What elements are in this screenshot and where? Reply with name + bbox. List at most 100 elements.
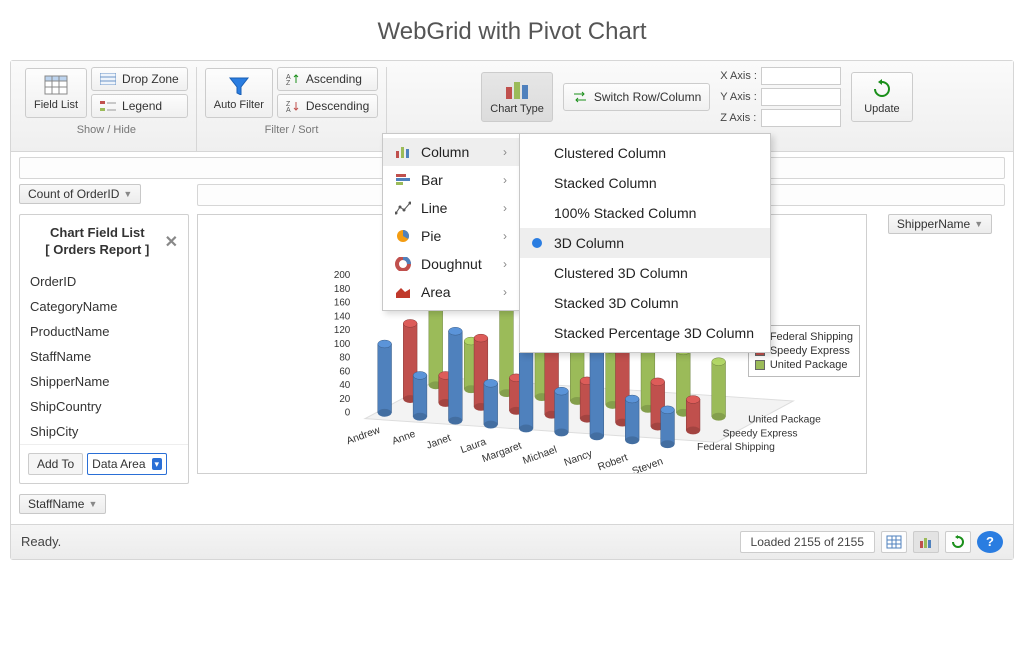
column-axis-chip[interactable]: ShipperName ▼ — [888, 214, 992, 234]
descending-button[interactable]: ZA Descending — [277, 94, 378, 118]
legend-button[interactable]: Legend — [91, 94, 188, 118]
svg-text:United Package: United Package — [748, 415, 821, 426]
auto-filter-button[interactable]: Auto Filter — [205, 68, 273, 118]
svg-text:140: 140 — [334, 311, 351, 322]
column-chip-label: ShipperName — [897, 217, 970, 231]
sort-desc-icon: ZA — [286, 100, 300, 112]
refresh-button[interactable] — [945, 531, 971, 553]
help-button[interactable]: ? — [977, 531, 1003, 553]
sort-asc-icon: AZ — [286, 73, 300, 85]
grid-view-button[interactable] — [881, 531, 907, 553]
ascending-button[interactable]: AZ Ascending — [277, 67, 378, 91]
legend-row: United Package — [755, 358, 853, 372]
yaxis-input[interactable] — [761, 88, 841, 106]
bar-chart-icon — [918, 535, 934, 549]
svg-text:Janet: Janet — [425, 433, 453, 452]
field-item[interactable]: ShipperName — [20, 369, 188, 394]
field-list-items: OrderIDCategoryNameProductNameStaffNameS… — [20, 269, 188, 444]
data-chip-label: Count of OrderID — [28, 187, 119, 201]
yaxis-label: Y Axis : — [720, 91, 757, 103]
funnel-icon — [227, 75, 251, 95]
field-item[interactable]: StaffName — [20, 344, 188, 369]
descending-label: Descending — [306, 99, 369, 113]
switch-row-column-button[interactable]: Switch Row/Column — [563, 83, 710, 111]
data-area-chip[interactable]: Count of OrderID ▼ — [19, 184, 141, 204]
chart-subtype-menu-item[interactable]: Clustered 3D Column — [520, 258, 770, 288]
svg-text:20: 20 — [339, 394, 350, 405]
drop-zone-icon — [100, 73, 116, 85]
chart-type-menu[interactable]: Column›Bar›Line›Pie›Doughnut›Area› — [382, 133, 520, 311]
chart-view-button[interactable] — [913, 531, 939, 553]
chart-type-menu-item[interactable]: Column› — [383, 138, 519, 166]
field-item[interactable]: ShipCity — [20, 419, 188, 444]
chart-type-menu-item[interactable]: Doughnut› — [383, 250, 519, 278]
drop-zone-label: Drop Zone — [122, 72, 179, 86]
field-list-button[interactable]: Field List — [25, 68, 87, 118]
svg-text:Z: Z — [286, 80, 291, 85]
row-axis-chip[interactable]: StaffName ▼ — [19, 494, 106, 514]
ascending-label: Ascending — [306, 72, 362, 86]
chevron-down-icon: ▼ — [88, 499, 97, 509]
field-item[interactable]: OrderID — [20, 269, 188, 294]
status-bar: Ready. Loaded 2155 of 2155 ? — [11, 524, 1013, 559]
add-to-button[interactable]: Add To — [28, 453, 83, 475]
chart-type-icon — [504, 79, 530, 99]
field-list-title: Chart Field List — [30, 225, 165, 242]
chevron-down-icon: ▼ — [974, 219, 983, 229]
close-icon[interactable]: ✕ — [165, 232, 178, 252]
svg-text:Robert: Robert — [596, 452, 629, 473]
svg-text:Margaret: Margaret — [481, 441, 524, 465]
chevron-down-icon: ▼ — [123, 189, 132, 199]
svg-text:120: 120 — [334, 325, 351, 336]
area-select[interactable]: Data Area ▾ — [87, 453, 167, 475]
chart-field-list: Chart Field List [ Orders Report ] ✕ Ord… — [19, 214, 189, 484]
xaxis-input[interactable] — [761, 67, 841, 85]
chart-type-button[interactable]: Chart Type — [481, 72, 553, 122]
field-item[interactable]: CategoryName — [20, 294, 188, 319]
svg-text:100: 100 — [334, 339, 351, 350]
refresh-icon — [872, 79, 892, 99]
chart-type-menu-item[interactable]: Bar› — [383, 166, 519, 194]
select-handle-icon: ▾ — [152, 458, 163, 470]
ribbon-caption-showhide: Show / Hide — [77, 118, 136, 140]
auto-filter-label: Auto Filter — [214, 99, 264, 111]
zaxis-label: Z Axis : — [720, 112, 757, 124]
grid-icon — [886, 535, 902, 549]
app-frame: Field List Drop Zone Legend Show / Hide — [10, 60, 1014, 560]
legend-icon — [100, 100, 116, 112]
refresh-icon — [951, 535, 965, 549]
field-item[interactable]: ShipCountry — [20, 394, 188, 419]
svg-text:Steven: Steven — [631, 456, 665, 473]
chart-type-menu-item[interactable]: Line› — [383, 194, 519, 222]
field-list-label: Field List — [34, 99, 78, 111]
chart-subtype-menu-item[interactable]: Stacked 3D Column — [520, 288, 770, 318]
status-loaded: Loaded 2155 of 2155 — [740, 531, 875, 553]
ribbon-group-filtersort: Auto Filter AZ Ascending ZA Descending F… — [197, 67, 388, 151]
drop-zone-button[interactable]: Drop Zone — [91, 67, 188, 91]
switch-icon — [572, 90, 588, 104]
update-button[interactable]: Update — [851, 72, 913, 122]
chart-subtype-menu-item[interactable]: Stacked Column — [520, 168, 770, 198]
field-item[interactable]: ProductName — [20, 319, 188, 344]
chart-subtype-menu-item[interactable]: 100% Stacked Column — [520, 198, 770, 228]
zaxis-input[interactable] — [761, 109, 841, 127]
chart-subtype-menu-item[interactable]: Clustered Column — [520, 138, 770, 168]
help-icon: ? — [986, 534, 994, 549]
xaxis-label: X Axis : — [720, 70, 757, 82]
ribbon-group-showhide: Field List Drop Zone Legend Show / Hide — [17, 67, 197, 151]
status-ready: Ready. — [21, 534, 61, 549]
svg-text:A: A — [286, 107, 291, 112]
chart-type-menu-item[interactable]: Pie› — [383, 222, 519, 250]
svg-text:Speedy Express: Speedy Express — [723, 428, 798, 439]
svg-text:160: 160 — [334, 298, 351, 309]
chart-subtype-menu[interactable]: Clustered ColumnStacked Column100% Stack… — [519, 133, 771, 353]
svg-text:Nancy: Nancy — [563, 448, 595, 469]
svg-text:Federal Shipping: Federal Shipping — [697, 442, 775, 453]
svg-text:180: 180 — [334, 284, 351, 295]
axis-inputs: X Axis : Y Axis : Z Axis : — [720, 67, 841, 127]
page-title: WebGrid with Pivot Chart — [0, 0, 1024, 60]
chart-type-menu-item[interactable]: Area› — [383, 278, 519, 306]
chart-subtype-menu-item[interactable]: 3D Column — [520, 228, 770, 258]
chart-subtype-menu-item[interactable]: Stacked Percentage 3D Column — [520, 318, 770, 348]
svg-text:40: 40 — [339, 380, 350, 391]
